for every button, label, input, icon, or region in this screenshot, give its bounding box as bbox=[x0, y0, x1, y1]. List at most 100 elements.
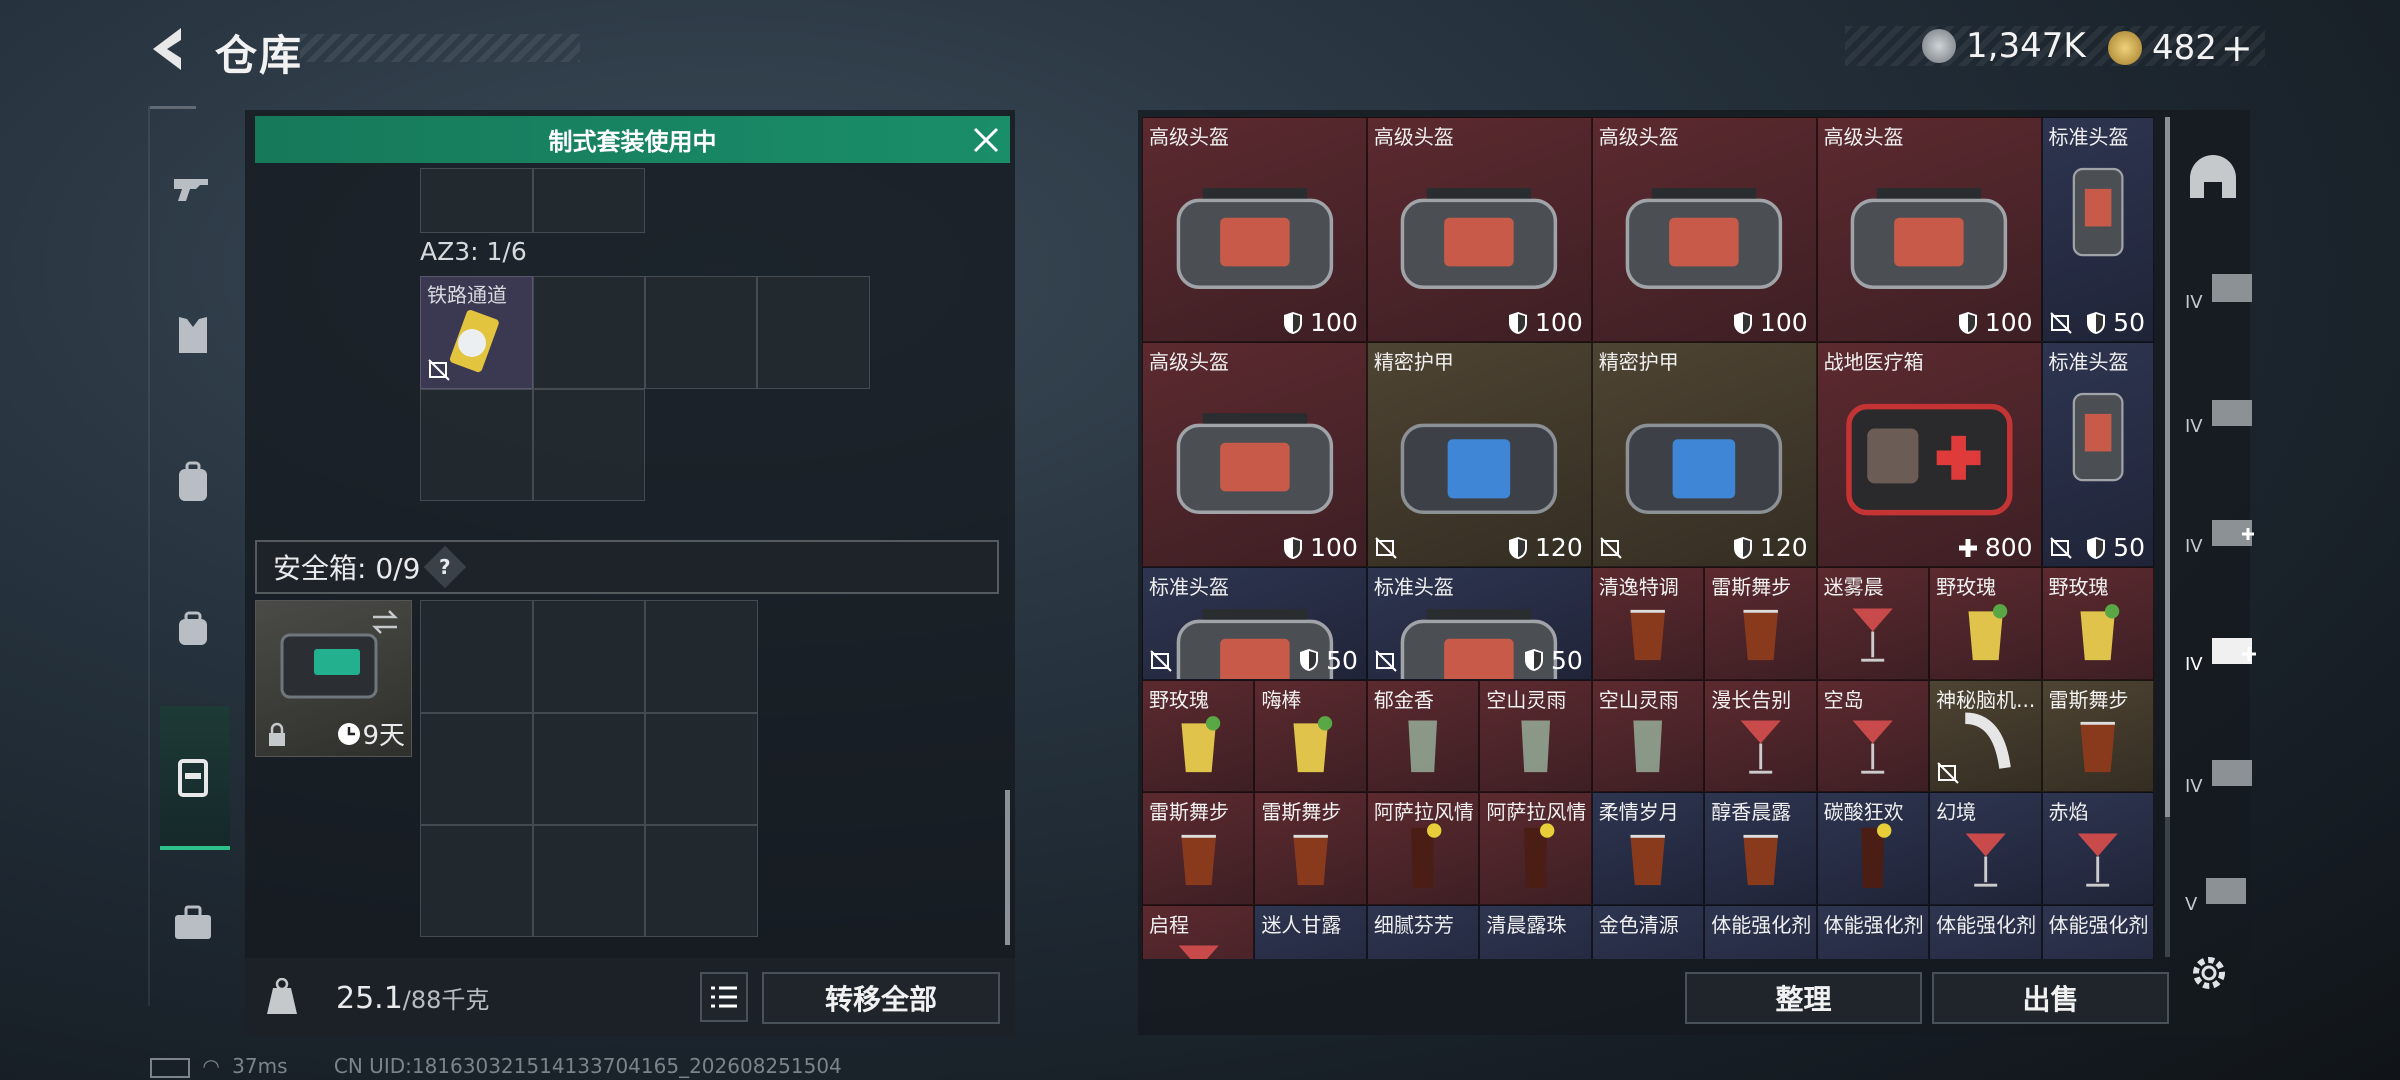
currency-coins: 1,347K bbox=[1922, 26, 2086, 66]
swap-icon[interactable] bbox=[369, 609, 401, 635]
item-name: 标准头盔 bbox=[2048, 350, 2129, 374]
stash-item[interactable]: 空山灵雨 bbox=[1591, 679, 1705, 792]
filter-tier-iv-1[interactable]: IV bbox=[2185, 268, 2258, 313]
safebox-slot[interactable] bbox=[533, 713, 645, 825]
stash-item[interactable]: 体能强化剂 bbox=[1816, 904, 1930, 959]
filter-tier-iv-4-active[interactable]: IV bbox=[2185, 630, 2258, 675]
stash-item[interactable]: 标准头盔 50 bbox=[2041, 342, 2154, 567]
safebox-slot[interactable] bbox=[533, 825, 645, 937]
stash-item[interactable]: 清晨露珠 bbox=[1479, 904, 1592, 959]
add-currency-icon[interactable]: + bbox=[2221, 26, 2253, 70]
transfer-all-button[interactable]: 转移全部 bbox=[762, 972, 1000, 1024]
stash-item[interactable]: 高级头盔 100 bbox=[1816, 117, 2042, 342]
stash-item[interactable]: 郁金香 bbox=[1366, 679, 1480, 792]
stash-item[interactable]: 嗨棒 bbox=[1254, 679, 1367, 792]
filter-tier-iv-2[interactable]: IV bbox=[2185, 392, 2258, 437]
safebox-slot[interactable] bbox=[645, 600, 758, 713]
stash-item[interactable]: 体能强化剂 bbox=[1704, 904, 1817, 959]
stash-item[interactable]: 启程 bbox=[1142, 904, 1255, 959]
stash-item[interactable]: 迷雾晨 bbox=[1816, 567, 1930, 680]
stash-item[interactable]: 空山灵雨 bbox=[1479, 679, 1592, 792]
battery-icon bbox=[150, 1057, 190, 1078]
stash-item[interactable]: 神秘脑机... bbox=[1929, 679, 2042, 792]
stash-item[interactable]: 雷斯舞步 bbox=[2041, 679, 2154, 792]
item-name: 雷斯舞步 bbox=[1149, 800, 1229, 824]
currency-gold[interactable]: 482 + bbox=[2108, 26, 2253, 70]
grid-slot[interactable] bbox=[420, 389, 533, 501]
grid-slot[interactable] bbox=[533, 276, 645, 389]
stash-item[interactable]: 阿萨拉风情 bbox=[1366, 792, 1480, 905]
safebox-slot[interactable] bbox=[645, 713, 758, 825]
filter-tier-v[interactable]: V bbox=[2185, 870, 2252, 915]
stash-item[interactable]: 空岛 bbox=[1816, 679, 1930, 792]
stash-item[interactable]: 精密护甲 120 bbox=[1591, 342, 1817, 567]
stash-item[interactable]: 漫长告别 bbox=[1704, 679, 1817, 792]
safebox-slot[interactable] bbox=[533, 600, 645, 713]
stash-item[interactable]: 野玫瑰 bbox=[1142, 679, 1255, 792]
stash-item[interactable]: 雷斯舞步 bbox=[1142, 792, 1255, 905]
grid-slot[interactable] bbox=[533, 389, 645, 501]
stash-item[interactable]: 标准头盔 50 bbox=[1142, 567, 1367, 680]
bag-tab-icon[interactable] bbox=[150, 586, 236, 672]
stash-item[interactable]: 雷斯舞步 bbox=[1704, 567, 1817, 680]
safebox-tab-icon[interactable] bbox=[150, 734, 236, 820]
help-icon[interactable]: ? bbox=[424, 545, 467, 589]
sell-button[interactable]: 出售 bbox=[1932, 972, 2169, 1024]
stash-item[interactable]: 体能强化剂 bbox=[1929, 904, 2042, 959]
grid-slot[interactable] bbox=[533, 168, 645, 233]
item-value-text: 50 bbox=[2113, 308, 2145, 337]
filter-tier-iv-5[interactable]: IV bbox=[2185, 752, 2258, 797]
stash-item[interactable]: 幻境 bbox=[1929, 792, 2042, 905]
stash-item[interactable]: 战地医疗箱 800 bbox=[1816, 342, 2042, 567]
medkit-plus-filter-icon bbox=[2211, 638, 2256, 664]
stash-item[interactable]: 清逸特调 bbox=[1591, 567, 1705, 680]
stash-item[interactable]: 标准头盔 50 bbox=[2041, 117, 2154, 342]
left-scrollbar[interactable] bbox=[1005, 790, 1010, 945]
stash-item[interactable]: 高级头盔 100 bbox=[1591, 117, 1817, 342]
stash-item[interactable]: 高级头盔 100 bbox=[1366, 117, 1592, 342]
az3-item-slot[interactable]: 铁路通道 bbox=[420, 276, 533, 389]
sort-button[interactable]: 整理 bbox=[1685, 972, 1922, 1024]
safebox-case-icon bbox=[280, 633, 378, 699]
safebox-item[interactable]: 9天 bbox=[255, 600, 412, 757]
stash-item[interactable]: 迷人甘露 bbox=[1254, 904, 1367, 959]
item-value-text: 100 bbox=[1759, 308, 1808, 337]
stash-item[interactable]: 雷斯舞步 bbox=[1254, 792, 1367, 905]
stash-item[interactable]: 柔情岁月 bbox=[1591, 792, 1705, 905]
grid-slot[interactable] bbox=[420, 168, 533, 233]
close-icon[interactable] bbox=[970, 124, 1002, 156]
safebox-slot[interactable] bbox=[645, 825, 758, 937]
stash-item[interactable]: 高级头盔 100 bbox=[1142, 117, 1367, 342]
list-view-button[interactable] bbox=[700, 972, 748, 1022]
safebox-slot[interactable] bbox=[420, 713, 533, 825]
stash-item[interactable]: 赤焰 bbox=[2041, 792, 2154, 905]
backpack-tab-icon[interactable] bbox=[150, 440, 236, 526]
grid-slot[interactable] bbox=[757, 276, 870, 389]
item-value-text: 50 bbox=[1326, 645, 1358, 675]
toolbox-tab-icon[interactable] bbox=[150, 880, 236, 966]
back-arrow-icon[interactable] bbox=[145, 24, 195, 74]
stash-item[interactable]: 标准头盔 50 bbox=[1366, 567, 1592, 680]
safebox-slot[interactable] bbox=[420, 825, 533, 937]
right-scrollbar[interactable] bbox=[2165, 117, 2170, 817]
vest-tab-icon[interactable] bbox=[150, 292, 236, 378]
weapon-tab-icon[interactable] bbox=[150, 146, 236, 232]
currency-gold-value: 482 bbox=[2152, 28, 2217, 68]
stash-item[interactable]: 野玫瑰 bbox=[2041, 567, 2154, 680]
stash-item[interactable]: 精密护甲 120 bbox=[1366, 342, 1592, 567]
grid-slot[interactable] bbox=[645, 276, 757, 389]
settings-gear-icon[interactable] bbox=[2188, 952, 2230, 994]
safebox-slot[interactable] bbox=[420, 600, 533, 713]
item-value: 100 bbox=[1957, 308, 2033, 337]
stash-item[interactable]: 金色清源 bbox=[1591, 904, 1705, 959]
uid-text: CN UID:1816303215141337041​65_2026082515… bbox=[333, 1054, 842, 1078]
stash-item[interactable]: 细腻芬芳 bbox=[1366, 904, 1480, 959]
stash-item[interactable]: 阿萨拉风情 bbox=[1479, 792, 1592, 905]
stash-item[interactable]: 碳酸狂欢 bbox=[1816, 792, 1930, 905]
filter-tier-iv-3[interactable]: IV bbox=[2185, 512, 2258, 557]
stash-item[interactable]: 醇香晨露 bbox=[1704, 792, 1817, 905]
stash-item[interactable]: 体能强化剂 bbox=[2041, 904, 2154, 959]
stash-item[interactable]: 野玫瑰 bbox=[1929, 567, 2042, 680]
helmet-filter-icon[interactable] bbox=[2180, 148, 2246, 214]
stash-item[interactable]: 高级头盔 100 bbox=[1142, 342, 1367, 567]
